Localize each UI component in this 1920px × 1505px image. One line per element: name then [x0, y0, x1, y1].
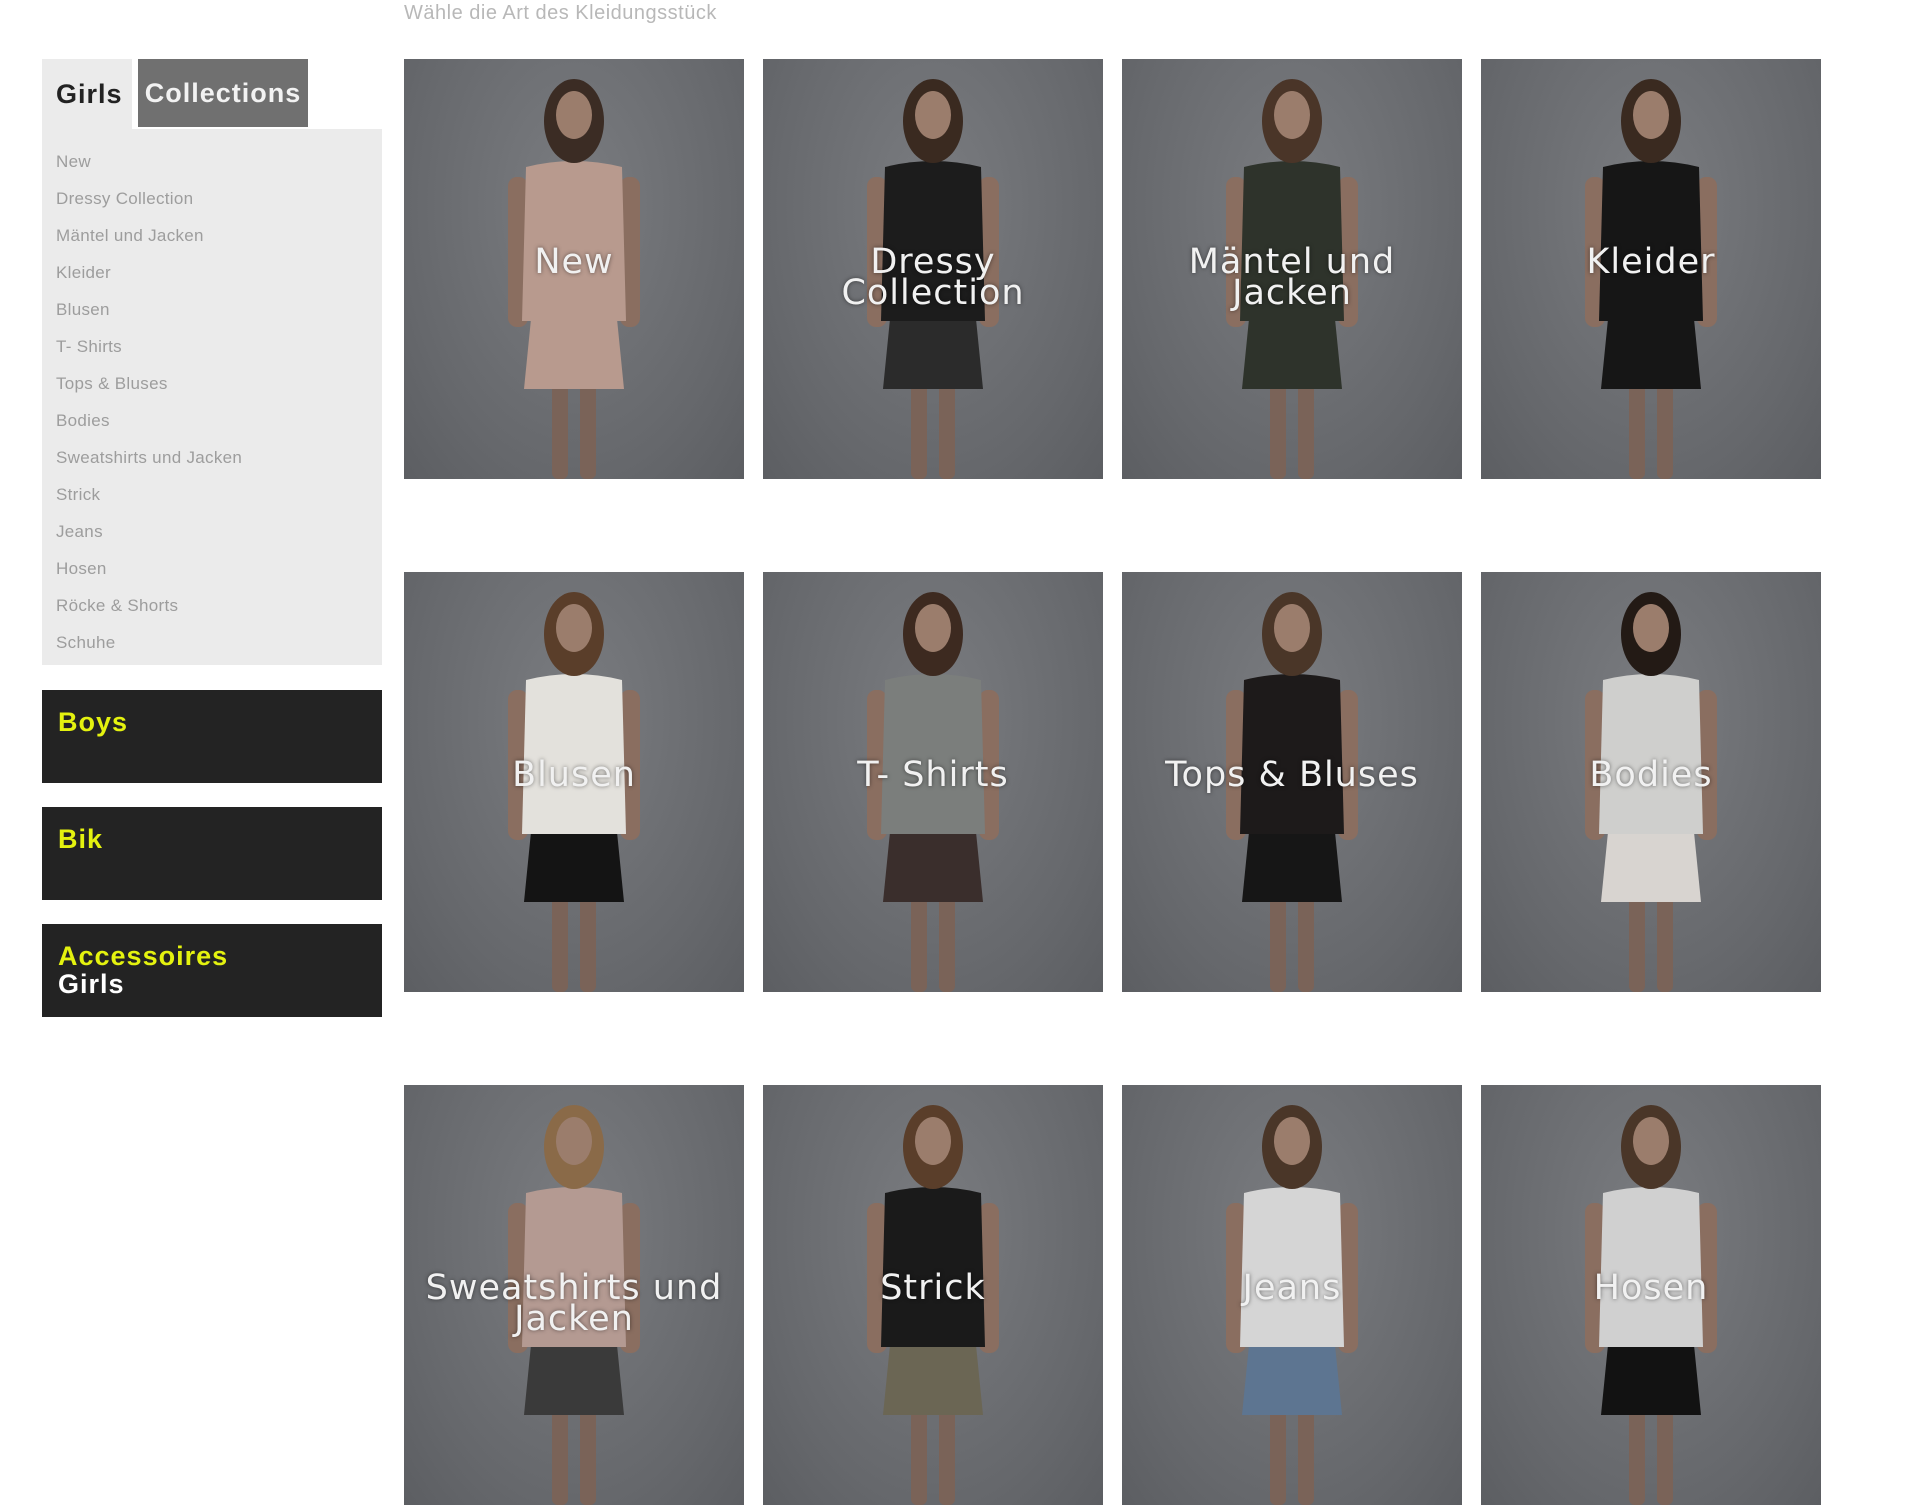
tab-girls[interactable]: Girls: [42, 59, 132, 129]
tile-label: T- Shirts: [857, 755, 1009, 795]
category-link[interactable]: Röcke & Shorts: [56, 587, 382, 624]
page-hint: Wähle die Art des Kleidungsstück: [404, 2, 717, 24]
category-list: New Dressy Collection Mäntel und Jacken …: [42, 129, 382, 661]
category-link[interactable]: Mäntel und Jacken: [56, 217, 382, 254]
category-tile[interactable]: New: [404, 59, 744, 479]
model-face: [556, 604, 592, 652]
model-torso: [881, 1187, 985, 1347]
category-link[interactable]: Kleider: [56, 254, 382, 291]
model-face: [1633, 604, 1669, 652]
model-face: [1274, 91, 1310, 139]
category-link[interactable]: Jeans: [56, 513, 382, 550]
model-torso: [522, 161, 626, 321]
category-link[interactable]: Sweatshirts und Jacken: [56, 439, 382, 476]
tile-label: Mäntel und Jacken: [1188, 242, 1396, 313]
category-link[interactable]: Schuhe: [56, 624, 382, 661]
category-tile[interactable]: Sweatshirts und Jacken: [404, 1085, 744, 1505]
model-torso: [1599, 1187, 1703, 1347]
category-link[interactable]: New: [56, 143, 382, 180]
category-link[interactable]: Dressy Collection: [56, 180, 382, 217]
tile-label: Jeans: [1242, 1268, 1342, 1308]
tile-label: Strick: [880, 1268, 986, 1308]
model-torso: [1599, 674, 1703, 834]
model-face: [556, 91, 592, 139]
category-tile[interactable]: Jeans: [1122, 1085, 1462, 1505]
model-torso: [522, 674, 626, 834]
model-face: [915, 604, 951, 652]
tile-label: Sweatshirts und Jacken: [425, 1268, 723, 1339]
tile-label: Hosen: [1593, 1268, 1709, 1308]
category-tile[interactable]: Mäntel und Jacken: [1122, 59, 1462, 479]
category-link[interactable]: Strick: [56, 476, 382, 513]
category-link[interactable]: Bodies: [56, 402, 382, 439]
category-tile[interactable]: Bodies: [1481, 572, 1821, 992]
model-face: [915, 91, 951, 139]
accessoires-sub-label: Girls: [58, 969, 125, 999]
tile-label: New: [534, 242, 614, 282]
boys-label: Boys: [58, 707, 129, 737]
model-face: [1274, 1117, 1310, 1165]
accessoires-label: Accessoires: [58, 941, 229, 971]
model-torso: [1240, 1187, 1344, 1347]
category-tile[interactable]: Dressy Collection: [763, 59, 1103, 479]
model-torso: [1240, 674, 1344, 834]
category-link[interactable]: Tops & Bluses: [56, 365, 382, 402]
model-face: [1633, 1117, 1669, 1165]
category-tile[interactable]: Strick: [763, 1085, 1103, 1505]
category-tile[interactable]: Blusen: [404, 572, 744, 992]
bik-block[interactable]: Bik: [42, 807, 382, 900]
model-torso: [1599, 161, 1703, 321]
model-face: [1633, 91, 1669, 139]
category-tile[interactable]: T- Shirts: [763, 572, 1103, 992]
boys-block[interactable]: Boys: [42, 690, 382, 783]
tile-label: Blusen: [512, 755, 636, 795]
category-link[interactable]: Hosen: [56, 550, 382, 587]
category-tile[interactable]: Tops & Bluses: [1122, 572, 1462, 992]
model-torso: [881, 674, 985, 834]
sidebar-tabs: Girls Collections: [42, 59, 382, 129]
model-face: [556, 1117, 592, 1165]
tile-label: Bodies: [1589, 755, 1713, 795]
category-link[interactable]: T- Shirts: [56, 328, 382, 365]
category-tile[interactable]: Hosen: [1481, 1085, 1821, 1505]
tile-label: Kleider: [1586, 242, 1716, 282]
bik-label: Bik: [58, 824, 104, 854]
category-tile[interactable]: Kleider: [1481, 59, 1821, 479]
category-link[interactable]: Blusen: [56, 291, 382, 328]
category-list-panel: New Dressy Collection Mäntel und Jacken …: [42, 129, 382, 665]
accessoires-block[interactable]: Accessoires Girls: [42, 924, 382, 1017]
tab-collections[interactable]: Collections: [138, 59, 308, 127]
tile-label: Dressy Collection: [841, 242, 1025, 313]
model-face: [1274, 604, 1310, 652]
tile-label: Tops & Bluses: [1165, 755, 1419, 795]
model-face: [915, 1117, 951, 1165]
